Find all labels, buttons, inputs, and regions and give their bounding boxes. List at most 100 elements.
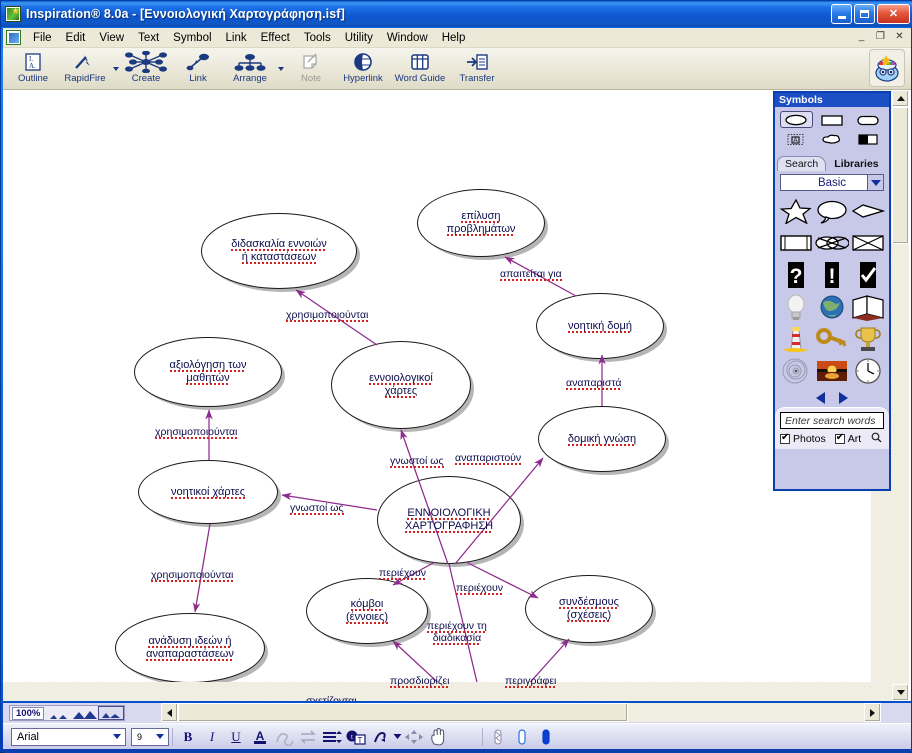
- toolbar-wordguide-button[interactable]: Word Guide: [389, 48, 451, 88]
- mdi-window-controls: _ ❐ ✕: [853, 29, 908, 44]
- horizontal-scroll-thumb[interactable]: [178, 703, 628, 722]
- link-label[interactable]: χρησιμοποιούνται: [151, 569, 234, 582]
- hand-tool-button[interactable]: [426, 726, 450, 748]
- link-label[interactable]: χρησιμοποιούνται: [155, 426, 238, 439]
- link-label[interactable]: περιέχουν: [379, 567, 426, 580]
- line-spacing-button[interactable]: [320, 726, 344, 748]
- vertical-scroll-thumb[interactable]: [892, 107, 909, 244]
- node-label: ανάδυση ιδεών ή αναπαραστάσεων: [146, 635, 234, 661]
- svg-text:t: t: [351, 733, 353, 741]
- document-icon[interactable]: [6, 30, 21, 45]
- arrange-icon: [234, 51, 266, 73]
- node-label: δομική γνώση: [567, 432, 637, 446]
- font-size-chevron-down-icon[interactable]: [153, 730, 167, 744]
- close-button[interactable]: ✕: [877, 4, 910, 24]
- toolbar-hyperlink-label: Hyperlink: [343, 73, 383, 84]
- toolbar-arrange-button[interactable]: Arrange: [224, 48, 276, 88]
- node-label: ΕΝΝΟΙΟΛΟΓΙΚΗ ΧΑΡΤΟΓΡΑΦΗΣΗ: [404, 507, 494, 533]
- link-label[interactable]: γνωστοί ως: [290, 502, 344, 515]
- rapidfire-dropdown-arrow[interactable]: [111, 48, 120, 86]
- mdi-minimize-button[interactable]: _: [853, 29, 870, 44]
- arrange-dropdown-arrow[interactable]: [276, 48, 285, 86]
- menu-help[interactable]: Help: [435, 30, 473, 46]
- italic-button[interactable]: I: [200, 726, 224, 748]
- arrowhead-dropdown-arrow[interactable]: [392, 726, 402, 748]
- zoom-in-button[interactable]: [72, 706, 98, 720]
- link-label[interactable]: προσδιορίζει: [390, 675, 450, 688]
- vertical-scrollbar[interactable]: [892, 90, 909, 701]
- toolbar-create-button[interactable]: Create: [120, 48, 172, 88]
- zoom-percent-label: 100%: [12, 706, 45, 720]
- toolbar-transfer-button[interactable]: Transfer: [451, 48, 503, 88]
- wordguide-icon: [409, 51, 431, 73]
- text-color-button[interactable]: A: [248, 726, 272, 748]
- menu-text[interactable]: Text: [131, 30, 166, 46]
- mdi-close-button[interactable]: ✕: [891, 29, 908, 44]
- arrowhead-button[interactable]: [368, 726, 392, 748]
- link-label[interactable]: περιέχουν τη διαδικασία: [427, 620, 487, 645]
- line-thick-button[interactable]: [534, 726, 558, 748]
- font-family-select[interactable]: Arial: [11, 727, 126, 746]
- link-label[interactable]: χρησιμοποιούνται: [286, 309, 369, 322]
- toolbar-outline-button[interactable]: I. A. Outline: [7, 48, 59, 88]
- node-label: συνδέσμους (σχέσεις): [559, 596, 619, 622]
- toolbar-note-button[interactable]: Note: [285, 48, 337, 88]
- toolbar-hyperlink-button[interactable]: Hyperlink: [337, 48, 389, 88]
- underline-button[interactable]: U: [224, 726, 248, 748]
- link-direction-button[interactable]: [296, 726, 320, 748]
- svg-text:A.: A.: [29, 62, 36, 70]
- menu-tools[interactable]: Tools: [297, 30, 338, 46]
- link-label[interactable]: περιγράφει: [505, 675, 557, 688]
- link-label[interactable]: απαιτείται για: [500, 268, 562, 281]
- minimize-button[interactable]: [831, 4, 852, 24]
- toolbar-arrange-label: Arrange: [233, 73, 267, 84]
- format-toolbar: Arial 9 B I U A tT: [3, 723, 911, 749]
- resize-button[interactable]: [402, 726, 426, 748]
- menu-file[interactable]: File: [26, 30, 59, 46]
- menu-utility[interactable]: Utility: [338, 30, 380, 46]
- link-shape-button[interactable]: [272, 726, 296, 748]
- maximize-button[interactable]: [854, 4, 875, 24]
- menu-link[interactable]: Link: [219, 30, 254, 46]
- link-label[interactable]: περιέχουν: [456, 582, 503, 595]
- menu-window[interactable]: Window: [380, 30, 435, 46]
- toolbar-outline-label: Outline: [17, 73, 49, 84]
- menu-effect[interactable]: Effect: [254, 30, 297, 46]
- line-thin-button[interactable]: [486, 726, 510, 748]
- scroll-left-button[interactable]: [161, 703, 178, 722]
- node-label: αξιολόγηση των μαθητών: [169, 359, 247, 385]
- font-family-chevron-down-icon[interactable]: [110, 730, 124, 744]
- link-line[interactable]: [400, 429, 449, 565]
- svg-text:A: A: [256, 729, 265, 743]
- menu-edit[interactable]: Edit: [59, 30, 93, 46]
- concept-map-canvas[interactable]: διδασκαλία εννοιών ή καταστάσεων επίλυση πρ…: [3, 90, 871, 701]
- menu-view[interactable]: View: [92, 30, 131, 46]
- toolbar-rapidfire-button[interactable]: RapidFire: [59, 48, 111, 88]
- line-medium-button[interactable]: [510, 726, 534, 748]
- window-frame: Inspiration® 8.0a - [Εννοιολογική Χαρτογ…: [0, 0, 912, 753]
- horizontal-scrollbar[interactable]: [161, 703, 881, 722]
- window-bottom-border: [3, 749, 911, 753]
- scroll-down-button[interactable]: [892, 684, 909, 701]
- scroll-right-button[interactable]: [864, 703, 881, 722]
- document-canvas-area[interactable]: διδασκαλία εννοιών ή καταστάσεων επίλυση πρ…: [3, 90, 911, 701]
- font-size-select[interactable]: 9: [131, 727, 169, 746]
- link-line[interactable]: [192, 523, 211, 613]
- position-text-button[interactable]: tT: [344, 726, 368, 748]
- scroll-up-button[interactable]: [892, 90, 909, 107]
- mdi-restore-button[interactable]: ❐: [872, 29, 889, 44]
- link-lines-layer: [192, 256, 606, 682]
- link-label[interactable]: γνωστοί ως: [390, 455, 444, 468]
- inspiration-mascot-button[interactable]: [869, 49, 905, 87]
- link-label[interactable]: αναπαριστά: [566, 377, 622, 390]
- menu-symbol[interactable]: Symbol: [166, 30, 218, 46]
- node-label: νοητική δομή: [568, 319, 632, 333]
- magnifier-icon[interactable]: [871, 432, 882, 446]
- link-label[interactable]: αναπαριστούν: [455, 452, 522, 465]
- bold-button[interactable]: B: [176, 726, 200, 748]
- link-label[interactable]: σχετίζονται: [306, 695, 357, 701]
- inspiration-app-icon: [5, 6, 21, 22]
- zoom-fit-button[interactable]: [98, 706, 125, 720]
- zoom-out-button[interactable]: [46, 706, 72, 720]
- toolbar-link-button[interactable]: Link: [172, 48, 224, 88]
